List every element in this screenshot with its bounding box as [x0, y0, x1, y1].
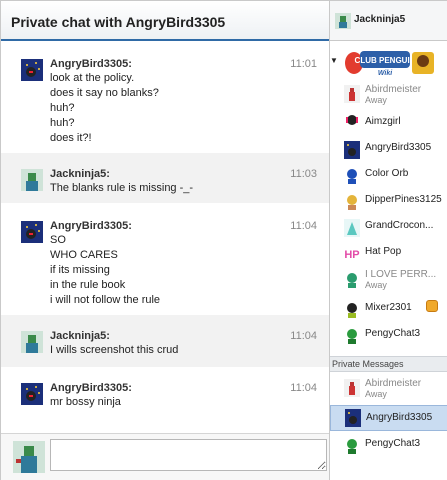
chevron-down-icon[interactable]: ▼	[330, 56, 338, 65]
user-name: Abirdmeister	[365, 378, 422, 389]
message-author: Jackninja5:	[50, 330, 110, 342]
user-avatar-icon	[344, 219, 360, 237]
message-body: I wills screenshot this crud	[50, 343, 178, 358]
avatar-icon	[21, 169, 43, 191]
message-line: does it?!	[50, 132, 92, 144]
message-line: huh?	[50, 102, 75, 114]
message-author: AngryBird3305:	[50, 58, 132, 70]
message-input[interactable]	[50, 439, 327, 471]
moderator-badge-icon	[426, 300, 438, 312]
user-avatar-icon	[335, 13, 351, 29]
message-line: I wills screenshot this crud	[50, 344, 179, 356]
user-avatar-icon	[344, 193, 360, 211]
message-body: SO WHO CARES if its missing in the rule …	[50, 233, 160, 308]
avatar-icon	[21, 331, 43, 353]
avatar-icon	[21, 383, 43, 405]
user-avatar-icon	[344, 271, 360, 289]
message-line: if its missing	[50, 264, 110, 276]
user-item[interactable]: Abirdmeister Away	[330, 81, 447, 113]
chat-message: AngryBird3305: 11:04 SO WHO CARES if its…	[1, 205, 329, 315]
user-avatar-icon: HP	[344, 245, 360, 263]
logo-subtext: Wiki	[378, 70, 393, 77]
chat-message: AngryBird3305: 11:04 mr bossy ninja	[1, 367, 329, 427]
message-line: huh?	[50, 117, 75, 129]
user-list-sidebar: ▼ CLUB PENGUIN Wiki Abirdmeister Away Ai…	[329, 41, 447, 480]
user-status: Away	[365, 280, 387, 290]
message-author: AngryBird3305:	[50, 382, 132, 394]
current-user-name: Jackninja5	[354, 14, 406, 25]
message-line: The blanks rule is missing -_-	[50, 182, 194, 194]
user-name: Aimzgirl	[365, 116, 401, 127]
user-name: Color Orb	[365, 168, 409, 179]
user-avatar-icon	[344, 327, 360, 345]
message-time: 11:01	[290, 58, 317, 70]
user-name: PengyChat3	[365, 438, 421, 449]
chat-window: Private chat with AngryBird3305 Jackninj…	[0, 0, 447, 480]
message-body: look at the policy. does it say no blank…	[50, 71, 159, 146]
private-messages-label: Private Messages	[332, 359, 404, 369]
user-avatar-icon	[345, 409, 361, 427]
user-name: I LOVE PERR...	[365, 269, 437, 280]
user-avatar-icon	[344, 167, 360, 185]
user-avatar-icon	[344, 141, 360, 159]
message-line: SO	[50, 234, 66, 246]
chat-message: AngryBird3305: 11:01 look at the policy.…	[1, 43, 329, 145]
chat-header: Private chat with AngryBird3305	[1, 1, 329, 41]
avatar-icon	[21, 59, 43, 81]
user-name: AngryBird3305	[365, 142, 432, 153]
chat-message: Jackninja5: 11:03 The blanks rule is mis…	[1, 153, 329, 203]
logo-text: CLUB PENGUIN	[355, 56, 416, 65]
user-status: Away	[365, 389, 387, 399]
self-avatar-icon	[13, 441, 45, 473]
chat-title: Private chat with AngryBird3305	[11, 14, 226, 30]
user-name: AngryBird3305	[366, 412, 433, 423]
user-name: DipperPines3125	[365, 194, 442, 205]
message-time: 11:04	[290, 382, 317, 394]
message-body: mr bossy ninja	[50, 395, 121, 410]
user-status: Away	[365, 95, 387, 105]
club-penguin-wiki-logo: CLUB PENGUIN Wiki	[345, 51, 434, 77]
private-message-item-selected[interactable]: AngryBird3305	[330, 405, 447, 431]
user-avatar-icon	[344, 301, 360, 319]
message-line: mr bossy ninja	[50, 396, 121, 408]
message-time: 11:04	[290, 220, 317, 232]
user-name: Abirdmeister	[365, 84, 422, 95]
user-avatar-icon	[344, 113, 360, 131]
user-name: Hat Pop	[365, 246, 402, 257]
message-time: 11:04	[290, 330, 317, 342]
user-avatar-icon	[344, 379, 360, 397]
private-message-item[interactable]: Abirdmeister Away	[330, 375, 447, 407]
user-item[interactable]: PengyChat3	[330, 323, 447, 355]
user-name: Mixer2301	[365, 302, 412, 313]
user-item[interactable]: I LOVE PERR... Away	[330, 267, 447, 299]
user-name: PengyChat3	[365, 328, 421, 339]
message-author: Jackninja5:	[50, 168, 110, 180]
message-input-bar	[1, 433, 329, 480]
chat-message: Jackninja5: 11:04 I wills screenshot thi…	[1, 315, 329, 367]
user-avatar-icon	[344, 85, 360, 103]
private-messages-header: Private Messages	[330, 356, 447, 372]
user-name: GrandCrocon...	[365, 220, 434, 231]
message-line: does it say no blanks?	[50, 87, 159, 99]
message-line: in the rule book	[50, 279, 126, 291]
user-avatar-icon	[344, 437, 360, 455]
message-time: 11:03	[290, 168, 317, 180]
private-message-item[interactable]: PengyChat3	[330, 433, 447, 465]
svg-text:HP: HP	[344, 249, 359, 261]
current-user-header[interactable]: Jackninja5	[329, 1, 447, 41]
message-line: WHO CARES	[50, 249, 118, 261]
message-list: AngryBird3305: 11:01 look at the policy.…	[1, 43, 329, 433]
message-body: The blanks rule is missing -_-	[50, 181, 193, 196]
message-line: look at the policy.	[50, 72, 135, 84]
message-author: AngryBird3305:	[50, 220, 132, 232]
wiki-logo-row[interactable]: ▼ CLUB PENGUIN Wiki	[330, 41, 447, 79]
message-line: i will not follow the rule	[50, 294, 161, 306]
avatar-icon	[21, 221, 43, 243]
